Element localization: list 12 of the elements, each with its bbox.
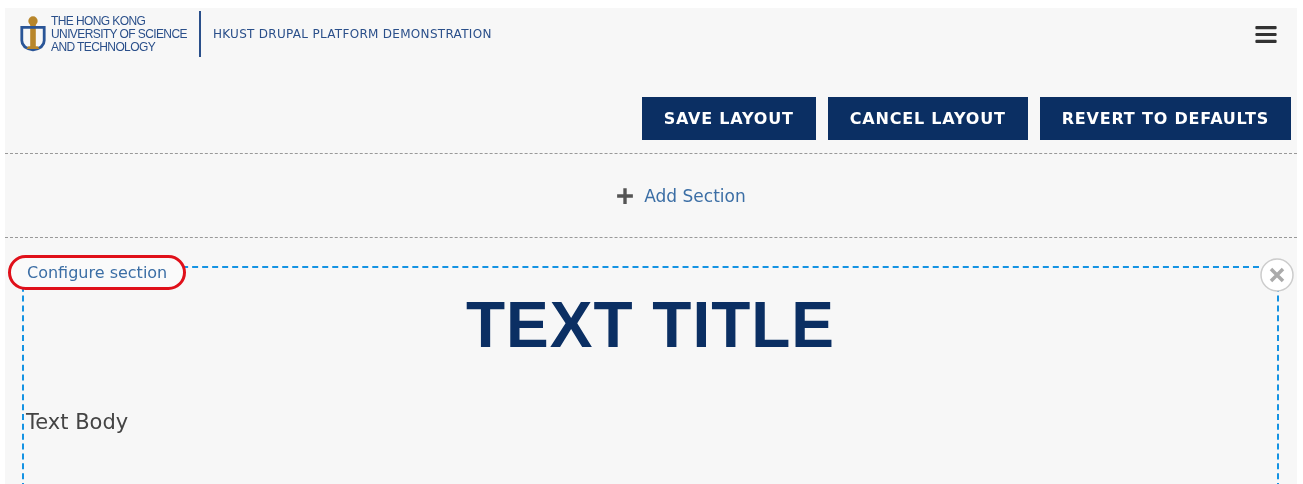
text-body: Text Body	[26, 410, 130, 434]
layout-button[interactable]: REVERT TO DEFAULTS	[1039, 97, 1291, 140]
university-logo-icon	[19, 15, 47, 53]
menu-icon[interactable]	[1255, 25, 1277, 43]
layout-button[interactable]: SAVE LAYOUT	[641, 97, 816, 140]
university-name: THE HONG KONG UNIVERSITY OF SCIENCE AND TECHNOLOGY	[51, 14, 187, 54]
plus-icon	[616, 186, 635, 205]
text-title: TEXT TITLE	[464, 288, 837, 362]
layout-button[interactable]: CANCEL LAYOUT	[827, 97, 1028, 140]
add-section-link[interactable]: Add Section	[616, 185, 746, 206]
site-name: HKUST DRUPAL PLATFORM DEMONSTRATION	[212, 27, 492, 41]
configure-section-link[interactable]: Configure section	[8, 255, 187, 290]
